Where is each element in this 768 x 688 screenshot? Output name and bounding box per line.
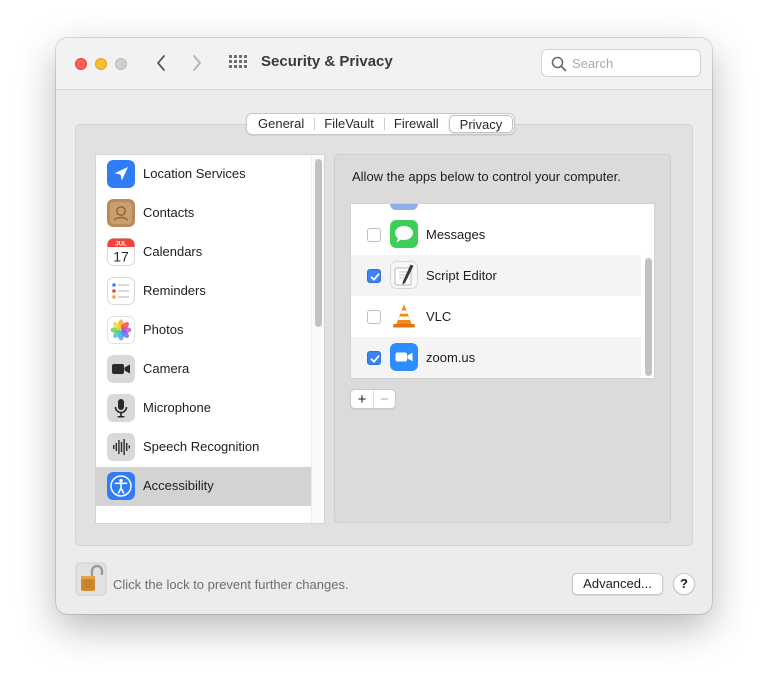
calendar-day-text: 17 [113,249,129,265]
title-bar: Security & Privacy [56,38,712,90]
waveform-icon [107,433,135,461]
app-row-messages[interactable]: Messages [351,214,641,255]
zoom-checkbox[interactable] [367,351,381,365]
app-row-zoom[interactable]: zoom.us [351,337,641,378]
tab-bar: General FileVault Firewall Privacy [246,113,516,135]
tab-privacy[interactable]: Privacy [448,115,514,133]
sidebar-item-label: Contacts [143,205,195,220]
sidebar-item-label: Microphone [143,400,211,415]
forward-button[interactable] [186,51,208,75]
sidebar-item-label: Reminders [143,283,206,298]
help-button[interactable]: ? [673,573,695,595]
app-row-vlc[interactable]: VLC [351,296,641,337]
vlc-cone-icon [390,302,418,330]
photos-icon [107,316,135,344]
remove-app-button[interactable]: − [373,390,395,408]
advanced-button[interactable]: Advanced... [572,573,663,595]
chevron-right-icon [193,55,201,71]
add-app-button[interactable]: + [351,390,373,408]
show-all-grid-icon[interactable] [229,55,247,71]
sidebar-item-label: Photos [143,322,184,337]
sidebar-item-reminders[interactable]: Reminders [96,272,311,311]
calendar-icon: JUL 17 [107,238,135,266]
camera-icon [107,355,135,383]
sidebar-item-label: Speech Recognition [143,439,260,454]
calendar-month-text: JUL [115,241,127,247]
search-input[interactable] [572,54,692,72]
partial-app-icon [390,204,418,210]
app-label: zoom.us [426,350,476,365]
sidebar-item-microphone[interactable]: Microphone [96,389,311,428]
location-arrow-icon [107,160,135,188]
app-label: Messages [426,227,486,242]
checkmark-icon [370,273,380,281]
sidebar-item-label: Camera [143,361,190,376]
search-field[interactable] [541,49,701,77]
accessibility-icon [107,472,135,500]
lock-button[interactable] [75,562,107,596]
script-editor-checkbox[interactable] [367,269,381,283]
lock-status-text: Click the lock to prevent further change… [113,577,349,592]
preferences-window: Security & Privacy General FileVault Fir… [56,38,712,614]
window-title: Security & Privacy [261,53,393,70]
checkmark-icon [370,355,380,363]
sidebar-scrollbar-thumb[interactable] [315,159,322,327]
sidebar-item-camera[interactable]: Camera [96,350,311,389]
vlc-checkbox[interactable] [367,310,381,324]
accessibility-panel: Allow the apps below to control your com… [334,154,671,523]
sidebar-item-calendars[interactable]: JUL 17 Calendars [96,233,311,272]
zoom-window-button[interactable] [115,58,127,70]
back-button[interactable] [150,51,172,75]
messages-checkbox[interactable] [367,228,381,242]
sidebar-item-location-services[interactable]: Location Services [96,155,311,194]
app-list-scrollbar-thumb[interactable] [645,258,652,376]
zoom-camera-icon [390,343,418,371]
search-icon [551,56,567,72]
tab-filevault[interactable]: FileVault [314,115,384,133]
sidebar-item-label: Accessibility [143,478,214,493]
contacts-icon [107,199,135,227]
app-label: Script Editor [426,268,497,283]
panel-description: Allow the apps below to control your com… [352,169,621,184]
sidebar-item-label: Calendars [143,244,203,259]
chevron-left-icon [157,55,165,71]
app-list: Messages Script Editor VLC zoom.us [350,203,655,379]
app-row-script-editor[interactable]: Script Editor [351,255,641,296]
tab-general[interactable]: General [248,115,314,133]
script-editor-icon [390,261,418,289]
reminders-icon [107,277,135,305]
sidebar-item-photos[interactable]: Photos [96,311,311,350]
privacy-category-list: Location Services Contacts JUL 17 Calend… [95,154,325,524]
messages-icon [390,220,418,248]
sidebar-item-label: Location Services [143,166,246,181]
tab-firewall[interactable]: Firewall [383,115,449,133]
add-remove-control: + − [350,389,396,409]
minimize-window-button[interactable] [95,58,107,70]
unlocked-padlock-icon [75,562,107,596]
close-window-button[interactable] [75,58,87,70]
sidebar-item-contacts[interactable]: Contacts [96,194,311,233]
microphone-icon [107,394,135,422]
sidebar-item-accessibility[interactable]: Accessibility [96,467,311,506]
sidebar-item-speech-recognition[interactable]: Speech Recognition [96,428,311,467]
app-label: VLC [426,309,452,324]
